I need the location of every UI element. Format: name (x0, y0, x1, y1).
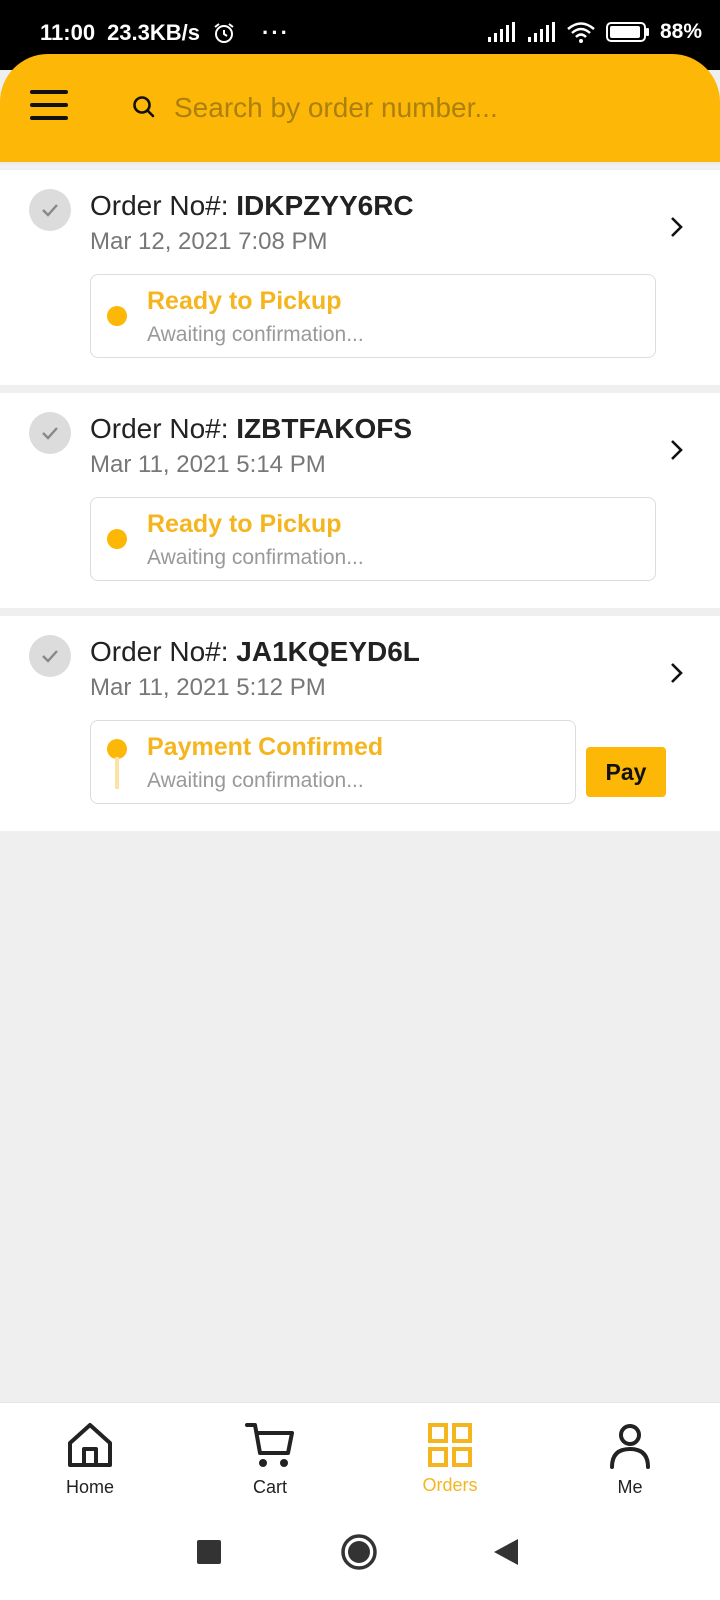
order-number: JA1KQEYD6L (236, 636, 420, 667)
wifi-icon (567, 22, 595, 43)
status-dot (107, 306, 127, 326)
status-title: Ready to Pickup (147, 510, 342, 538)
order-status-box: Ready to Pickup Awaiting confirmation... (90, 497, 656, 581)
menu-button[interactable] (30, 90, 74, 126)
status-dot (107, 739, 127, 759)
nav-home-label: Home (65, 1477, 114, 1497)
home-circle-icon[interactable] (340, 1533, 378, 1571)
status-subtitle: Awaiting confirmation... (147, 769, 364, 792)
battery-percent: 88% (659, 20, 702, 43)
status-dot (107, 529, 127, 549)
menu-icon-bar (30, 103, 68, 107)
order-card[interactable]: Order No#: JA1KQEYD6L Mar 11, 2021 5:12 … (0, 616, 720, 831)
status-subtitle: Awaiting confirmation... (147, 546, 364, 569)
back-icon[interactable] (492, 1537, 520, 1567)
bottom-nav: Home Cart Orders Me (0, 1402, 720, 1502)
order-date: Mar 12, 2021 7:08 PM (90, 228, 328, 255)
nav-me-label: Me (617, 1477, 643, 1497)
chevron-right-icon[interactable] (666, 214, 688, 240)
check-icon (29, 412, 71, 454)
search-input[interactable] (174, 84, 674, 132)
nav-cart[interactable]: Cart (180, 1403, 360, 1503)
status-left: 11:00 23.3KB/s ··· (40, 20, 290, 46)
status-subtitle: Awaiting confirmation... (147, 323, 364, 346)
order-number: IDKPZYY6RC (236, 190, 414, 221)
status-title: Payment Confirmed (147, 733, 384, 761)
more-notifications-icon: ··· (262, 20, 290, 45)
grid-icon (428, 1423, 472, 1467)
search-icon (133, 96, 155, 118)
cart-icon (245, 1423, 294, 1467)
order-label: Order No#: (90, 636, 229, 667)
header-divider (0, 162, 720, 168)
order-date: Mar 11, 2021 5:14 PM (90, 451, 326, 478)
nav-orders-label: Orders (422, 1475, 478, 1495)
order-status-box: Ready to Pickup Awaiting confirmation... (90, 274, 656, 358)
order-title: Order No#: IZBTFAKOFS (90, 413, 412, 445)
alarm-icon (214, 23, 234, 43)
order-number: IZBTFAKOFS (236, 413, 413, 444)
header (0, 54, 720, 164)
user-icon (610, 1424, 650, 1469)
status-timeline-line (115, 757, 119, 789)
nav-orders[interactable]: Orders (360, 1403, 540, 1503)
order-label: Order No#: (90, 190, 229, 221)
order-date: Mar 11, 2021 5:12 PM (90, 674, 326, 701)
battery-icon (605, 22, 649, 42)
signal-icon (487, 22, 515, 42)
chevron-right-icon[interactable] (666, 437, 688, 463)
check-icon (29, 189, 71, 231)
order-card[interactable]: Order No#: IZBTFAKOFS Mar 11, 2021 5:14 … (0, 393, 720, 608)
order-title: Order No#: JA1KQEYD6L (90, 636, 420, 668)
menu-icon-bar (30, 90, 68, 94)
signal-icon (527, 22, 555, 42)
home-icon (68, 1423, 112, 1467)
nav-me[interactable]: Me (540, 1403, 720, 1503)
system-nav-bar (0, 1502, 720, 1600)
recent-apps-icon[interactable] (196, 1539, 222, 1565)
status-right: 88% (486, 20, 702, 44)
chevron-right-icon[interactable] (666, 660, 688, 686)
menu-icon-bar (30, 116, 68, 120)
nav-cart-label: Cart (252, 1477, 287, 1497)
orders-list: Order No#: IDKPZYY6RC Mar 12, 2021 7:08 … (0, 170, 720, 839)
network-speed: 23.3KB/s (107, 20, 201, 45)
order-card[interactable]: Order No#: IDKPZYY6RC Mar 12, 2021 7:08 … (0, 170, 720, 385)
order-status-box: Payment Confirmed Awaiting confirmation.… (90, 720, 576, 804)
status-time: 11:00 (40, 20, 96, 45)
order-title: Order No#: IDKPZYY6RC (90, 190, 414, 222)
pay-button[interactable]: Pay (586, 747, 666, 797)
order-label: Order No#: (90, 413, 229, 444)
status-title: Ready to Pickup (147, 287, 342, 315)
check-icon (29, 635, 71, 677)
nav-home[interactable]: Home (0, 1403, 180, 1503)
